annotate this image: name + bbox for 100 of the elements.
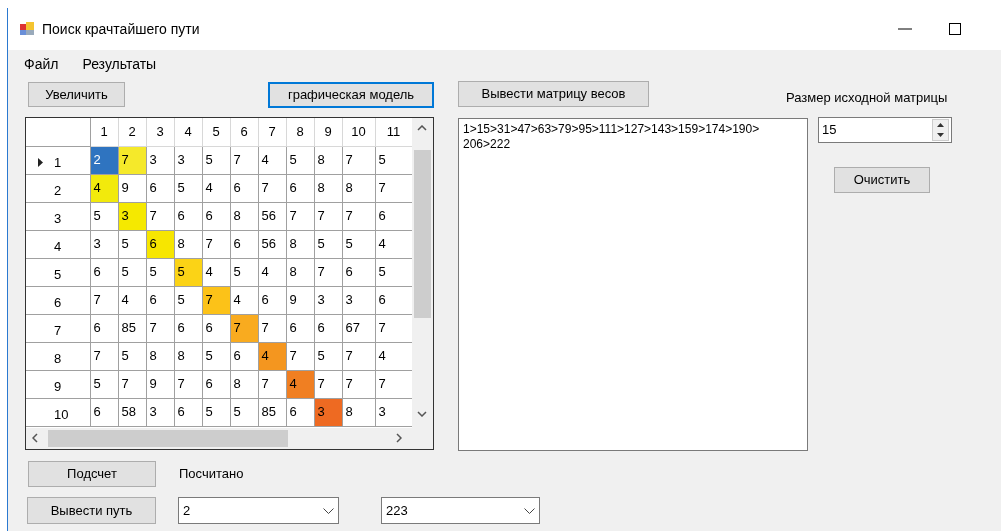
scroll-down-icon[interactable] (417, 411, 427, 417)
table-cell[interactable]: 5 (118, 258, 146, 286)
table-cell[interactable]: 5 (174, 174, 202, 202)
table-cell[interactable]: 9 (286, 286, 314, 314)
table-cell[interactable]: 7 (258, 370, 286, 398)
table-cell[interactable]: 6 (342, 258, 375, 286)
table-cell[interactable]: 67 (342, 314, 375, 342)
to-dropdown[interactable]: 223 (381, 497, 540, 524)
table-cell[interactable]: 4 (202, 174, 230, 202)
table-cell[interactable]: 6 (174, 314, 202, 342)
show-weights-button[interactable]: Вывести матрицу весов (458, 81, 649, 107)
table-cell[interactable]: 8 (174, 230, 202, 258)
column-header[interactable]: 5 (202, 118, 230, 146)
table-cell[interactable]: 3 (146, 398, 174, 426)
table-cell[interactable]: 56 (258, 202, 286, 230)
table-cell[interactable]: 8 (314, 146, 342, 174)
maximize-icon[interactable] (949, 23, 961, 35)
table-cell[interactable]: 7 (258, 314, 286, 342)
row-header[interactable]: 8 (26, 342, 90, 370)
table-cell[interactable]: 5 (230, 258, 258, 286)
table-cell[interactable]: 6 (90, 258, 118, 286)
table-cell[interactable]: 7 (314, 258, 342, 286)
table-cell[interactable]: 3 (90, 230, 118, 258)
table-cell[interactable]: 7 (174, 370, 202, 398)
row-header[interactable]: 5 (26, 258, 90, 286)
table-cell[interactable]: 7 (342, 370, 375, 398)
table-cell[interactable]: 5 (90, 202, 118, 230)
table-cell[interactable]: 7 (146, 314, 174, 342)
row-header[interactable]: 1 (26, 146, 90, 174)
table-cell[interactable]: 6 (230, 230, 258, 258)
scroll-thumb[interactable] (414, 150, 431, 318)
table-cell[interactable]: 7 (202, 230, 230, 258)
row-header[interactable]: 2 (26, 174, 90, 202)
table-cell[interactable]: 7 (314, 202, 342, 230)
table-cell[interactable]: 5 (202, 398, 230, 426)
table-cell[interactable]: 7 (90, 286, 118, 314)
column-header[interactable]: 2 (118, 118, 146, 146)
table-cell[interactable]: 7 (230, 146, 258, 174)
compute-button[interactable]: Подсчет (28, 461, 156, 487)
table-cell[interactable]: 6 (90, 314, 118, 342)
menu-item[interactable]: Файл (24, 53, 59, 75)
table-cell[interactable]: 6 (286, 398, 314, 426)
table-cell[interactable]: 7 (258, 174, 286, 202)
column-header[interactable]: 4 (174, 118, 202, 146)
table-cell[interactable]: 6 (174, 398, 202, 426)
column-header[interactable]: 9 (314, 118, 342, 146)
table-cell[interactable]: 5 (202, 146, 230, 174)
table-cell[interactable]: 7 (286, 202, 314, 230)
table-cell[interactable]: 7 (146, 202, 174, 230)
table-cell[interactable]: 6 (230, 174, 258, 202)
table-cell[interactable]: 4 (118, 286, 146, 314)
from-dropdown[interactable]: 2 (178, 497, 339, 524)
column-header[interactable]: 8 (286, 118, 314, 146)
table-cell[interactable]: 6 (286, 314, 314, 342)
path-output-field[interactable]: 1>15>31>47>63>79>95>111>127>143>159>174>190>206>222 (458, 118, 808, 451)
table-cell[interactable]: 4 (202, 258, 230, 286)
table-cell[interactable]: 7 (118, 370, 146, 398)
table-cell[interactable]: 5 (174, 286, 202, 314)
table-cell[interactable]: 6 (90, 398, 118, 426)
table-cell[interactable]: 58 (118, 398, 146, 426)
table-cell[interactable]: 5 (286, 146, 314, 174)
matrix-size-spinner[interactable]: 15 (818, 117, 952, 143)
table-cell[interactable]: 7 (342, 202, 375, 230)
table-cell[interactable]: 7 (314, 370, 342, 398)
table-cell[interactable]: 5 (342, 230, 375, 258)
table-cell[interactable]: 8 (146, 342, 174, 370)
table-cell[interactable]: 5 (118, 342, 146, 370)
column-header[interactable]: 6 (230, 118, 258, 146)
table-cell[interactable]: 3 (342, 286, 375, 314)
spin-up-icon[interactable] (937, 123, 944, 127)
table-cell[interactable]: 7 (342, 146, 375, 174)
table-cell[interactable]: 6 (230, 342, 258, 370)
clear-button[interactable]: Очистить (834, 167, 930, 193)
table-cell[interactable]: 6 (258, 286, 286, 314)
table-cell[interactable]: 7 (342, 342, 375, 370)
table-cell[interactable]: 3 (146, 146, 174, 174)
table-cell[interactable]: 4 (230, 286, 258, 314)
table-cell[interactable]: 8 (174, 342, 202, 370)
column-header[interactable]: 10 (342, 118, 375, 146)
table-cell[interactable]: 8 (230, 202, 258, 230)
row-header[interactable]: 4 (26, 230, 90, 258)
table-cell[interactable]: 6 (286, 174, 314, 202)
table-cell[interactable]: 5 (118, 230, 146, 258)
graph-model-button[interactable]: графическая модель (268, 82, 434, 108)
row-header[interactable]: 10 (26, 398, 90, 426)
table-cell[interactable]: 85 (118, 314, 146, 342)
menu-item[interactable]: Результаты (82, 53, 157, 75)
show-path-button[interactable]: Вывести путь (27, 497, 156, 524)
table-cell[interactable]: 8 (342, 398, 375, 426)
data-grid[interactable] (25, 117, 434, 450)
scroll-left-icon[interactable] (32, 433, 38, 443)
table-cell[interactable]: 5 (90, 370, 118, 398)
table-cell[interactable]: 9 (118, 174, 146, 202)
table-cell[interactable]: 7 (286, 342, 314, 370)
table-cell[interactable]: 56 (258, 230, 286, 258)
row-header[interactable]: 6 (26, 286, 90, 314)
table-cell[interactable]: 9 (146, 370, 174, 398)
column-header[interactable]: 1 (90, 118, 118, 146)
row-header[interactable]: 9 (26, 370, 90, 398)
table-cell[interactable]: 6 (174, 202, 202, 230)
